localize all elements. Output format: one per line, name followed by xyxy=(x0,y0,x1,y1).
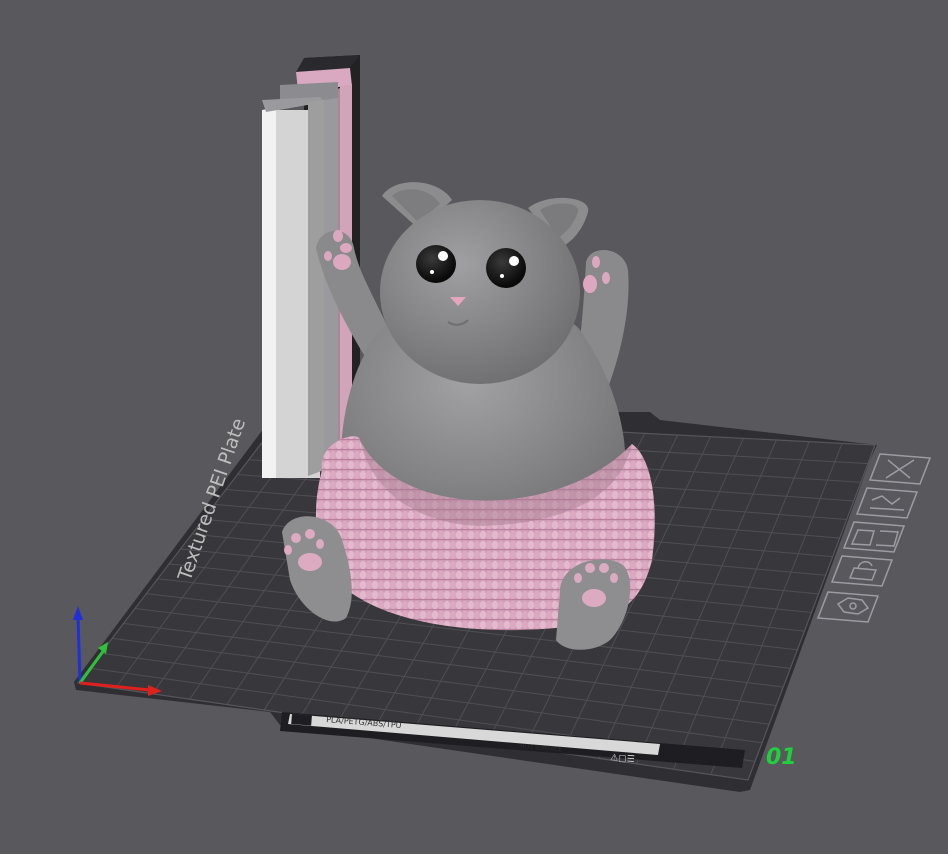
auto-orient-icon[interactable] xyxy=(855,487,919,519)
cat-eye-left xyxy=(416,245,456,283)
z-axis xyxy=(76,615,82,684)
lock-icon[interactable] xyxy=(830,555,894,587)
svg-text:⚠▢☰: ⚠▢☰ xyxy=(610,753,635,765)
plate-settings-icon[interactable] xyxy=(816,591,880,623)
arrange-icon[interactable] xyxy=(842,521,906,553)
cat-head xyxy=(380,200,580,384)
cat-eye-right xyxy=(486,248,526,288)
3d-viewport[interactable]: Textured PEI Plate PLA/PETG/ABS/TPU HOT … xyxy=(0,0,948,854)
close-icon[interactable] xyxy=(868,453,932,485)
plate-index: 01 xyxy=(766,745,797,770)
